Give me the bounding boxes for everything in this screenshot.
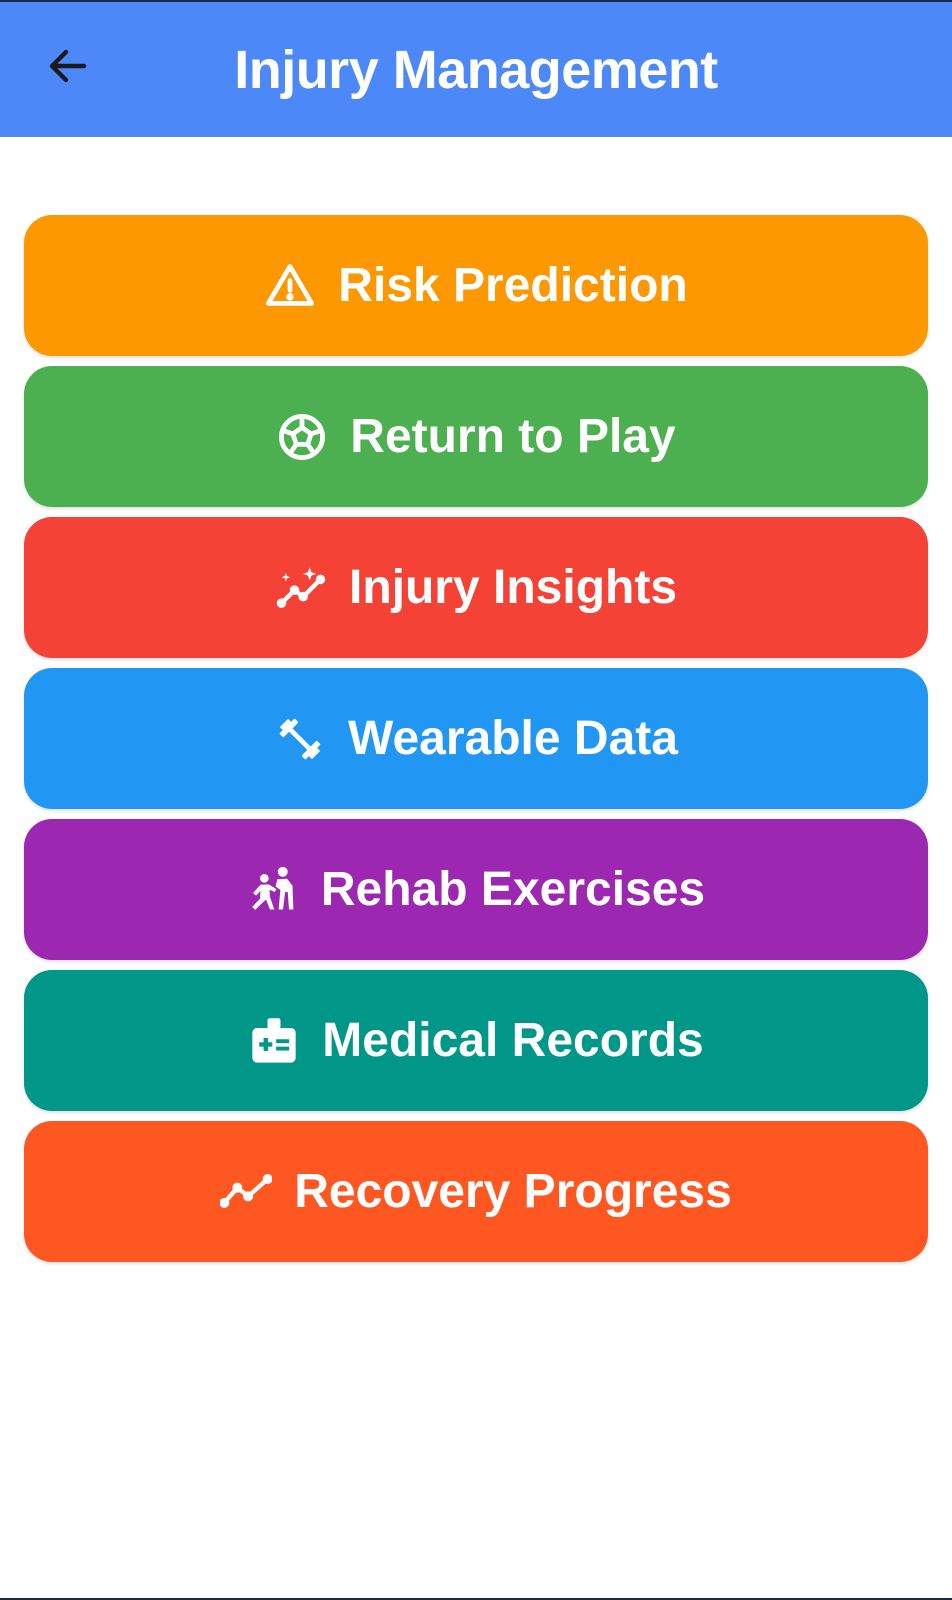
risk-prediction-button[interactable]: Risk Prediction <box>24 215 928 356</box>
menu-item-label: Risk Prediction <box>338 259 688 312</box>
dumbbell-icon <box>274 713 326 765</box>
menu-item-label: Recovery Progress <box>294 1165 732 1218</box>
recovery-progress-button[interactable]: Recovery Progress <box>24 1121 928 1262</box>
assisting-person-icon <box>247 864 299 916</box>
medical-kit-icon <box>248 1015 300 1067</box>
sparkle-trend-icon <box>275 562 327 614</box>
medical-records-button[interactable]: Medical Records <box>24 970 928 1111</box>
wearable-data-button[interactable]: Wearable Data <box>24 668 928 809</box>
page-title: Injury Management <box>234 39 718 100</box>
menu-item-label: Rehab Exercises <box>320 863 706 916</box>
menu-list: Risk Prediction Return to Play Injury In… <box>24 215 928 1272</box>
menu-item-label: Medical Records <box>322 1014 704 1067</box>
app-bar: Injury Management <box>0 0 952 137</box>
return-to-play-button[interactable]: Return to Play <box>24 366 928 507</box>
menu-item-label: Injury Insights <box>348 561 678 614</box>
rehab-exercises-button[interactable]: Rehab Exercises <box>24 819 928 960</box>
trend-line-icon <box>220 1166 273 1218</box>
soccer-ball-icon <box>276 411 328 463</box>
menu-item-label: Wearable Data <box>348 712 678 765</box>
warning-triangle-icon <box>264 260 316 312</box>
injury-insights-button[interactable]: Injury Insights <box>24 517 928 658</box>
menu-item-label: Return to Play <box>350 410 676 463</box>
